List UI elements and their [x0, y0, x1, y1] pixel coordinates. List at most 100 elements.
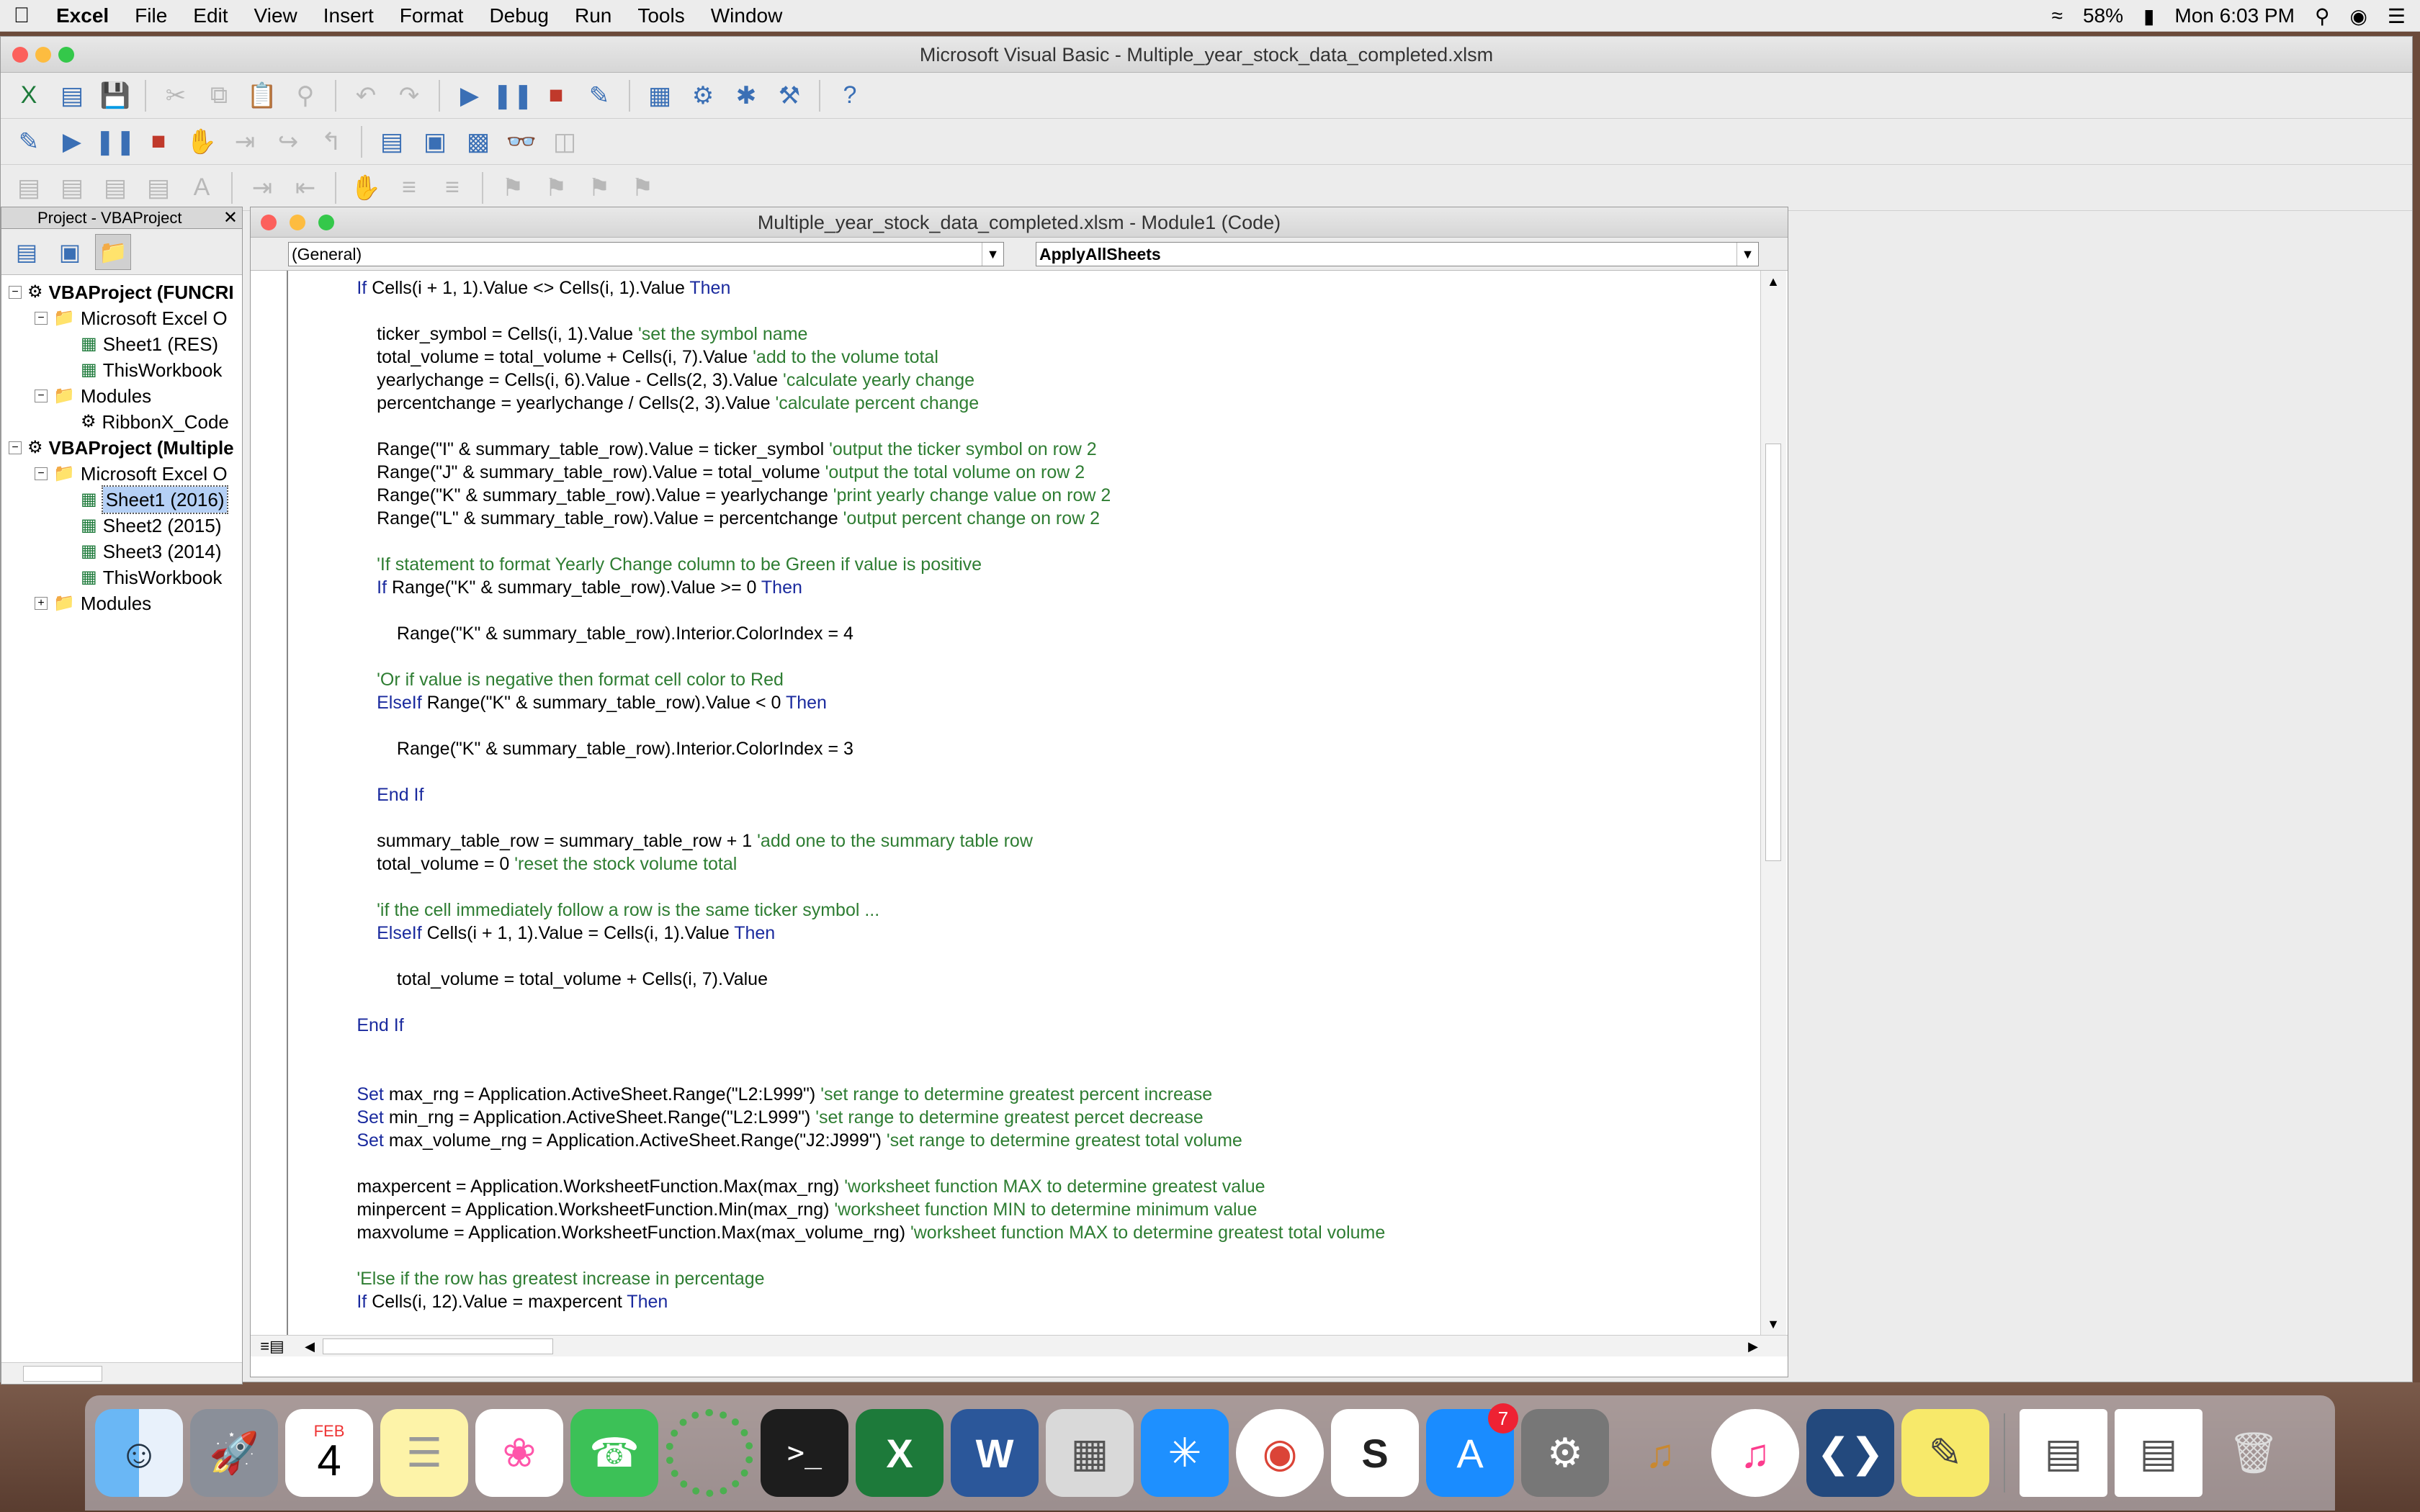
code-line[interactable]: yearlychange = Cells(i, 6).Value - Cells…: [297, 369, 974, 392]
tree-item-thisworkbook[interactable]: ▦ ThisWorkbook: [81, 357, 222, 383]
close-icon[interactable]: ✕: [223, 209, 238, 228]
notification-center-icon[interactable]: ☰: [2388, 4, 2406, 28]
run-icon[interactable]: ▶: [53, 122, 91, 161]
cut-icon[interactable]: ✂: [156, 76, 195, 115]
code-line[interactable]: Range("I" & summary_table_row).Value = t…: [297, 438, 1097, 461]
code-editor[interactable]: If Cells(i + 1, 1).Value <> Cells(i, 1).…: [290, 271, 1759, 1335]
toggle-bookmark-icon[interactable]: ⚑: [493, 168, 532, 207]
menu-debug[interactable]: Debug: [476, 0, 562, 32]
apple-menu-icon[interactable]: : [0, 0, 43, 32]
collapse-icon[interactable]: −: [9, 441, 22, 454]
project-explorer-icon[interactable]: ▦: [640, 76, 679, 115]
code-line[interactable]: End If: [297, 783, 424, 806]
step-out-icon[interactable]: ↰: [312, 122, 351, 161]
code-line[interactable]: Range("K" & summary_table_row).Value = y…: [297, 484, 1111, 507]
scroll-up-arrow-icon[interactable]: ▲: [1761, 271, 1785, 292]
vscode-icon[interactable]: ❮❯: [1806, 1409, 1894, 1497]
scroll-right-arrow-icon[interactable]: ▶: [1744, 1337, 1762, 1356]
system-preferences-icon[interactable]: ⚙: [1521, 1409, 1609, 1497]
finder-icon[interactable]: ☺: [95, 1409, 183, 1497]
locals-window-icon[interactable]: ▤: [372, 122, 411, 161]
menu-format[interactable]: Format: [387, 0, 477, 32]
loading-app-icon[interactable]: [666, 1409, 753, 1497]
battery-percent[interactable]: 58%: [2083, 4, 2123, 27]
wifi-icon[interactable]: ≈: [2052, 4, 2063, 27]
redo-icon[interactable]: ↷: [390, 76, 429, 115]
horizontal-scrollbar[interactable]: [1, 1362, 242, 1384]
minimize-window-button[interactable]: [35, 47, 51, 63]
menu-edit[interactable]: Edit: [180, 0, 241, 32]
quick-watch-icon[interactable]: 👓: [502, 122, 541, 161]
code-line[interactable]: ElseIf Cells(i + 1, 1).Value = Cells(i, …: [297, 922, 775, 945]
insert-module-icon[interactable]: ▤: [53, 76, 91, 115]
calendar-icon[interactable]: FEB 4: [285, 1409, 373, 1497]
copy-icon[interactable]: ⧉: [200, 76, 238, 115]
toggle-breakpoint-icon[interactable]: ✋: [346, 168, 385, 207]
document-thumbnail-icon[interactable]: ▤: [2115, 1409, 2202, 1497]
toggle-folders-icon[interactable]: 📁: [95, 233, 131, 270]
code-line[interactable]: summary_table_row = summary_table_row + …: [297, 829, 1033, 852]
step-over-icon[interactable]: ↪: [269, 122, 308, 161]
code-line[interactable]: 'Or if value is negative then format cel…: [297, 668, 784, 691]
code-line[interactable]: maxvolume = Application.WorksheetFunctio…: [297, 1221, 1385, 1244]
tree-item-sheet2-2015[interactable]: ▦ Sheet2 (2015): [81, 513, 221, 539]
menu-run[interactable]: Run: [562, 0, 624, 32]
properties-icon[interactable]: ⚙: [684, 76, 722, 115]
scrollbar-thumb[interactable]: [1765, 444, 1781, 861]
run-icon[interactable]: ▶: [450, 76, 489, 115]
complete-word-icon[interactable]: A: [182, 168, 221, 207]
scroll-down-arrow-icon[interactable]: ▼: [1761, 1313, 1785, 1335]
code-line[interactable]: Range("J" & summary_table_row).Value = t…: [297, 461, 1085, 484]
battery-icon[interactable]: ▮: [2143, 4, 2154, 28]
code-line[interactable]: Set max_volume_rng = Application.ActiveS…: [297, 1129, 1242, 1152]
stop-icon[interactable]: ■: [537, 76, 575, 115]
undo-icon[interactable]: ↶: [346, 76, 385, 115]
paste-icon[interactable]: 📋: [243, 76, 282, 115]
code-line[interactable]: 'if the cell immediately follow a row is…: [297, 899, 879, 922]
uncomment-block-icon[interactable]: ≡: [433, 168, 472, 207]
slack-icon[interactable]: S: [1331, 1409, 1419, 1497]
object-dropdown[interactable]: (General) ▼: [288, 242, 1004, 266]
code-line[interactable]: maxpercent = Application.WorksheetFuncti…: [297, 1175, 1265, 1198]
tree-item-vbaproject-multiple[interactable]: − ⚙ VBAProject (Multiple: [9, 435, 234, 461]
code-line[interactable]: total_volume = 0 'reset the stock volume…: [297, 852, 737, 876]
menu-view[interactable]: View: [241, 0, 310, 32]
scrollbar-thumb[interactable]: [23, 1366, 102, 1382]
immediate-window-icon[interactable]: ▣: [416, 122, 454, 161]
toolbox-icon[interactable]: ⚒: [770, 76, 809, 115]
code-line[interactable]: total_volume = total_volume + Cells(i, 7…: [297, 968, 768, 991]
stop-icon[interactable]: ■: [139, 122, 178, 161]
close-code-window-button[interactable]: [261, 215, 277, 230]
code-line[interactable]: If Range("K" & summary_table_row).Value …: [297, 576, 802, 599]
design-mode-icon[interactable]: ✎: [580, 76, 619, 115]
code-line[interactable]: ticker_symbol = Cells(i, 1).Value 'set t…: [297, 323, 807, 346]
code-line[interactable]: Range("K" & summary_table_row).Interior.…: [297, 737, 853, 760]
tree-item-sheet3-2014[interactable]: ▦ Sheet3 (2014): [81, 539, 221, 564]
expand-icon[interactable]: +: [35, 597, 48, 610]
horizontal-scrollbar[interactable]: ≡▤ ◀ ▶: [251, 1335, 1788, 1356]
scrollbar-thumb[interactable]: [323, 1338, 553, 1354]
step-into-icon[interactable]: ⇥: [225, 122, 264, 161]
pause-icon[interactable]: ❚❚: [493, 76, 534, 115]
quick-info-icon[interactable]: ▤: [96, 168, 135, 207]
menu-tools[interactable]: Tools: [624, 0, 697, 32]
clock[interactable]: Mon 6:03 PM: [2174, 4, 2295, 27]
tree-item-sheet1-2016[interactable]: ▦ Sheet1 (2016): [81, 485, 229, 514]
margin-indicator-bar[interactable]: [251, 271, 288, 1335]
collapse-icon[interactable]: −: [35, 390, 48, 402]
tree-item-thisworkbook[interactable]: ▦ ThisWorkbook: [81, 564, 222, 590]
zoom-window-button[interactable]: [58, 47, 74, 63]
app-store-icon[interactable]: A7: [1426, 1403, 1518, 1497]
outdent-icon[interactable]: ⇤: [286, 168, 325, 207]
terminal-icon[interactable]: >_: [761, 1409, 848, 1497]
stickies-icon[interactable]: ✎: [1901, 1409, 1989, 1497]
next-bookmark-icon[interactable]: ⚑: [537, 168, 575, 207]
collapse-icon[interactable]: −: [35, 467, 48, 480]
procedure-dropdown[interactable]: ApplyAllSheets ▼: [1036, 242, 1759, 266]
help-icon[interactable]: ?: [830, 76, 869, 115]
spotlight-search-icon[interactable]: ⚲: [2315, 4, 2330, 28]
list-constants-icon[interactable]: ▤: [53, 168, 91, 207]
code-line[interactable]: 'Else if the row has greatest increase i…: [297, 1267, 764, 1290]
code-line[interactable]: If Cells(i + 1, 1).Value <> Cells(i, 1).…: [297, 276, 730, 300]
facetime-icon[interactable]: ☎: [570, 1409, 658, 1497]
